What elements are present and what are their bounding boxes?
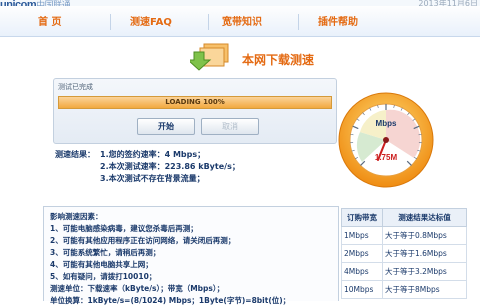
- speed-test-panel: 测试已完成 LOADING 100% 开始 取消: [53, 78, 337, 144]
- result-line-contract: 1.您的签约速率：4 Mbps；: [100, 149, 205, 160]
- table-header-bandwidth: 订购带宽: [342, 209, 383, 227]
- test-status: 测试已完成: [58, 82, 93, 92]
- nav-faq[interactable]: 测速FAQ: [130, 13, 172, 28]
- gauge-hub: [383, 137, 389, 143]
- factor-unit-note: 测速单位：下载速率（kByte/s）；带宽（Mbps）；: [50, 283, 224, 294]
- nav-divider: [110, 14, 111, 30]
- download-folders-icon: [190, 42, 234, 72]
- speed-gauge: Mbps 1.75M: [338, 92, 434, 188]
- table-cell: 大于等于0.8Mbps: [383, 227, 467, 245]
- table-cell: 10Mbps: [342, 281, 383, 299]
- factors-title: 影响测速因素：: [50, 211, 103, 222]
- factors-box: 影响测速因素： 1、可能电脑感染病毒，建议您杀毒后再测； 2、可能有其他应用程序…: [43, 206, 339, 301]
- factor-conversion-note: 单位换算：1kByte/s=(8/1024) Mbps；1Byte(字节)=8b…: [50, 295, 290, 306]
- progress-bar: LOADING 100%: [58, 96, 332, 109]
- gauge-readout: 1.75M: [375, 153, 398, 162]
- table-header-standard: 测速结果达标值: [383, 209, 467, 227]
- progress-label: LOADING 100%: [59, 97, 331, 108]
- table-row: 4Mbps 大于等于3.2Mbps: [342, 263, 467, 281]
- result-line-background: 3.本次测试不存在背景流量；: [100, 173, 205, 184]
- standard-table: 订购带宽 测速结果达标值 1Mbps 大于等于0.8Mbps 2Mbps 大于等…: [341, 208, 467, 299]
- result-line-rate: 2.本次测试速率：223.86 kByte/s；: [100, 161, 240, 172]
- factor-item: 2、可能有其他应用程序正在访问网络，请关闭后再测；: [50, 235, 235, 246]
- factor-item: 1、可能电脑感染病毒，建议您杀毒后再测；: [50, 223, 198, 234]
- gauge-unit: Mbps: [376, 119, 397, 128]
- table-cell: 4Mbps: [342, 263, 383, 281]
- cancel-button[interactable]: 取消: [201, 118, 259, 135]
- result-title: 测速结果：: [55, 149, 95, 160]
- nav-broadband-knowledge[interactable]: 宽带知识: [222, 13, 262, 28]
- table-cell: 1Mbps: [342, 227, 383, 245]
- table-cell: 大于等于3.2Mbps: [383, 263, 467, 281]
- table-row: 2Mbps 大于等于1.6Mbps: [342, 245, 467, 263]
- table-cell: 2Mbps: [342, 245, 383, 263]
- nav-plugin-help[interactable]: 插件帮助: [318, 13, 358, 28]
- nav-divider: [208, 14, 209, 30]
- main-nav: 首 页 测速FAQ 宽带知识 插件帮助: [0, 6, 480, 37]
- table-cell: 大于等于8Mbps: [383, 281, 467, 299]
- factor-item: 5、如有疑问，请拨打10010；: [50, 271, 156, 282]
- nav-divider: [298, 14, 299, 30]
- page-title: 本网下载测速: [242, 51, 314, 68]
- start-button[interactable]: 开始: [137, 118, 195, 135]
- table-row: 1Mbps 大于等于0.8Mbps: [342, 227, 467, 245]
- factor-item: 3、可能系统繁忙，请稍后再测；: [50, 247, 160, 258]
- factor-item: 4、可能有其他电脑共享上网；: [50, 259, 153, 270]
- nav-home[interactable]: 首 页: [38, 13, 61, 28]
- table-cell: 大于等于1.6Mbps: [383, 245, 467, 263]
- table-row: 10Mbps 大于等于8Mbps: [342, 281, 467, 299]
